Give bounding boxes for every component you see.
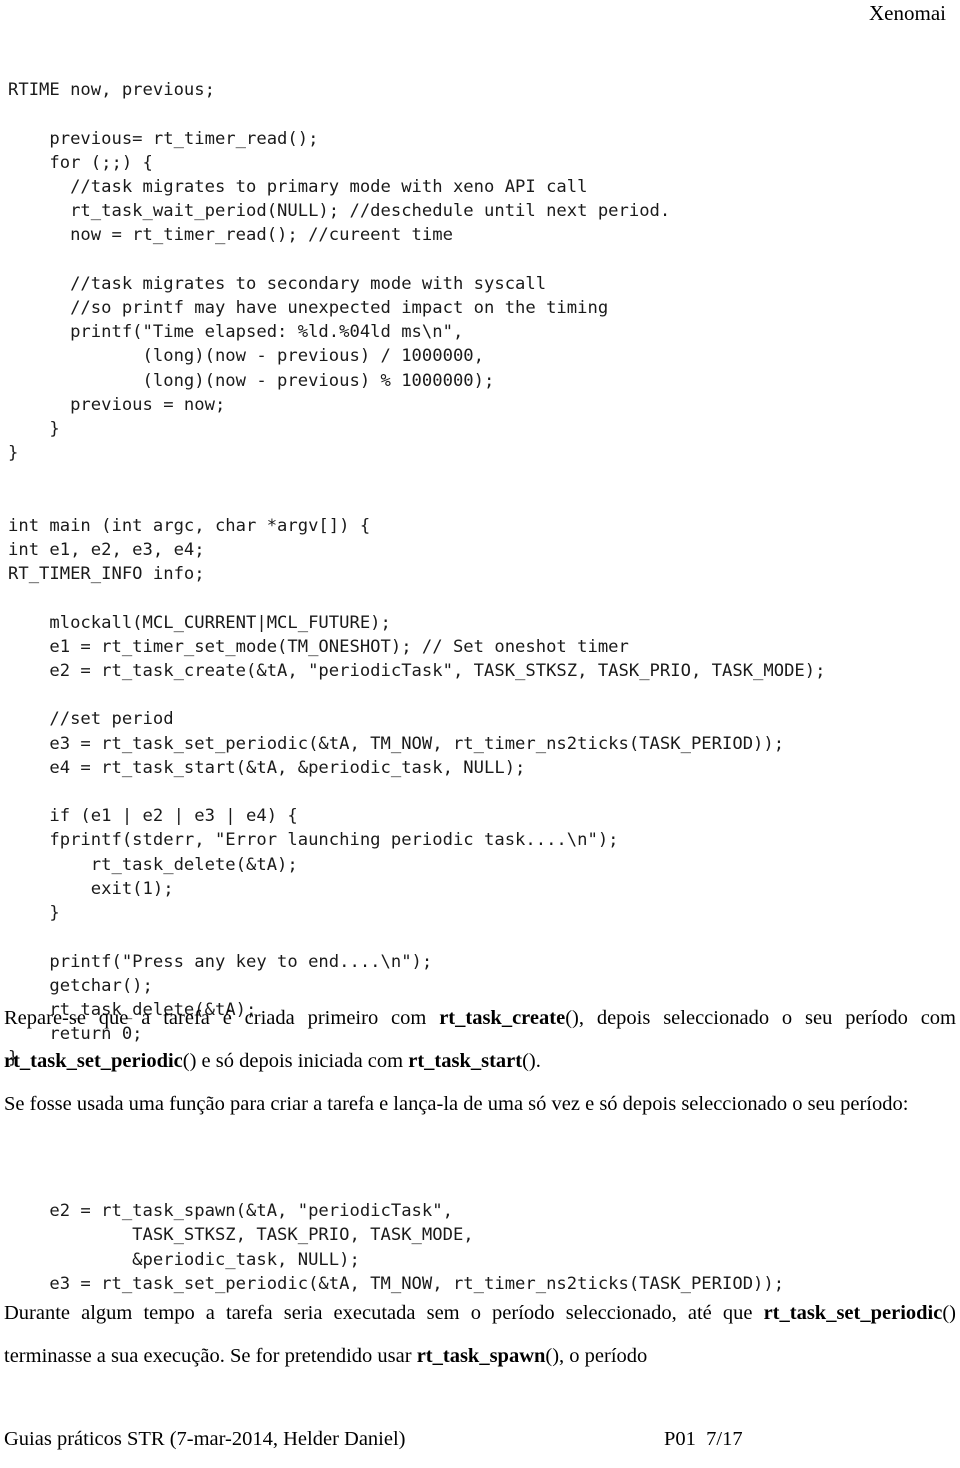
para2-text-1: Se fosse usada uma função para criar a t… xyxy=(4,1093,909,1115)
para1-bold-rt-task-set-periodic: rt_task_set_periodic xyxy=(4,1050,183,1072)
para1-bold-rt-task-start: rt_task_start xyxy=(408,1050,523,1072)
para3-text-1: Durante algum tempo a tarefa seria execu… xyxy=(4,1302,764,1324)
para3-bold-rt-task-spawn: rt_task_spawn xyxy=(416,1345,546,1367)
code-block-task-spawn: e2 = rt_task_spawn(&tA, "periodicTask", … xyxy=(8,1200,784,1297)
paragraph-task-creation-order: Repare-se que a tarefa é criada primeiro… xyxy=(4,997,956,1083)
para1-text-2: (), depois seleccionado o seu período co… xyxy=(565,1007,956,1029)
paragraph-spawn-intro: Se fosse usada uma função para criar a t… xyxy=(4,1083,956,1126)
para1-text-1: Repare-se que a tarefa é criada primeiro… xyxy=(4,1007,440,1029)
para3-text-3: (), o período xyxy=(545,1345,648,1367)
footer-document-info: Guias práticos STR (7-mar-2014, Helder D… xyxy=(4,1428,406,1450)
para1-bold-rt-task-create: rt_task_create xyxy=(439,1007,566,1029)
code-content-1: RTIME now, previous; previous= rt_timer_… xyxy=(8,80,826,1069)
footer-page-number: P01 7/17 xyxy=(664,1428,743,1450)
page-footer: Guias práticos STR (7-mar-2014, Helder D… xyxy=(4,1424,946,1454)
code-block-periodic-task: RTIME now, previous; previous= rt_timer_… xyxy=(8,79,825,1071)
para3-bold-rt-task-set-periodic: rt_task_set_periodic xyxy=(763,1302,943,1324)
paragraph-spawn-period-note: Durante algum tempo a tarefa seria execu… xyxy=(4,1292,956,1378)
para1-text-3: () e só depois iniciada com xyxy=(182,1050,409,1072)
document-page: Xenomai RTIME now, previous; previous= r… xyxy=(0,0,960,1468)
para1-text-4: (). xyxy=(522,1050,541,1072)
running-header-title: Xenomai xyxy=(869,1,946,25)
code-content-2: e2 = rt_task_spawn(&tA, "periodicTask", … xyxy=(49,1201,785,1294)
